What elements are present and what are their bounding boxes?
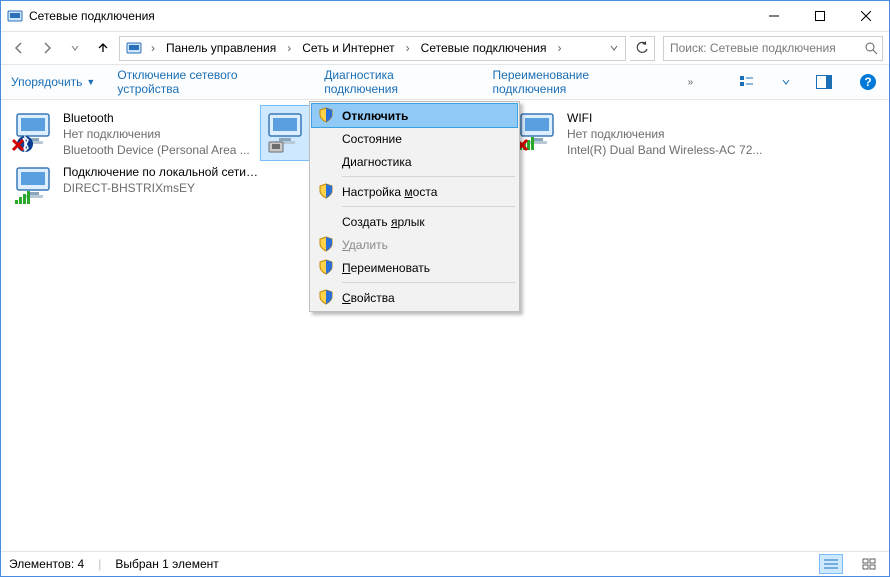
chevron-right-icon[interactable]: › [552,37,566,60]
breadcrumb-seg-network-internet[interactable]: Сеть и Интернет [296,37,400,60]
connection-name: WIFI [567,110,763,126]
search-box[interactable] [663,36,883,61]
cmd-diagnose[interactable]: Диагностика подключения [324,68,470,96]
cmd-organize[interactable]: Упорядочить▼ [11,75,95,89]
connection-status: Нет подключения [63,126,259,142]
view-options-button[interactable] [737,71,759,93]
close-button[interactable] [843,1,889,31]
shield-icon [318,107,334,123]
connection-item[interactable]: Подключение по локальной сети* 13DIRECT-… [9,160,261,214]
up-button[interactable] [91,36,115,60]
app-icon [7,8,23,24]
connection-device: Intel(R) Dual Band Wireless-AC 72... [567,142,763,158]
chevron-right-icon[interactable]: › [282,37,296,60]
status-selected: Выбран 1 элемент [115,557,218,571]
view-dropdown[interactable] [781,71,791,93]
preview-pane-button[interactable] [813,71,835,93]
breadcrumb-history-dropdown[interactable] [605,37,623,60]
connection-device: DIRECT-BHSTRIXmsEY [63,180,259,196]
breadcrumb[interactable]: › Панель управления › Сеть и Интернет › … [119,36,626,61]
shield-icon [318,259,334,275]
back-button[interactable] [7,36,31,60]
breadcrumb-icon [126,40,142,56]
status-bar: Элементов: 4 | Выбран 1 элемент [1,551,889,576]
context-menu: Отключить Состояние Диагностика Настройк… [309,101,520,312]
ctx-status[interactable]: Состояние [312,127,517,150]
minimize-button[interactable] [751,1,797,31]
command-bar: Упорядочить▼ Отключение сетевого устройс… [1,65,889,100]
search-icon [864,41,878,55]
connection-device: Bluetooth Device (Personal Area ... [63,142,259,158]
maximize-button[interactable] [797,1,843,31]
help-button[interactable]: ? [857,71,879,93]
connection-status: Нет подключения [567,126,763,142]
chevron-right-icon[interactable]: › [401,37,415,60]
recent-dropdown[interactable] [63,36,87,60]
view-details-button[interactable] [819,554,843,574]
connection-item[interactable]: BluetoothНет подключенияBluetooth Device… [9,106,261,160]
shield-icon [318,236,334,252]
titlebar: Сетевые подключения [1,1,889,31]
connection-name: Bluetooth [63,110,259,126]
ctx-diagnose[interactable]: Диагностика [312,150,517,173]
refresh-button[interactable] [630,36,655,61]
connection-icon [11,162,59,210]
shield-icon [318,183,334,199]
breadcrumb-seg-network-connections[interactable]: Сетевые подключения [415,37,553,60]
ctx-bridge[interactable]: Настройка моста [312,180,517,203]
connection-icon [263,108,311,156]
connection-name: Подключение по локальной сети* 13 [63,164,259,180]
search-input[interactable] [668,40,864,56]
connection-icon [11,108,59,156]
view-large-icons-button[interactable] [857,554,881,574]
shield-icon [318,289,334,305]
breadcrumb-seg-control-panel[interactable]: Панель управления [160,37,282,60]
ctx-delete: Удалить [312,233,517,256]
ctx-disable[interactable]: Отключить [312,104,517,127]
window-title: Сетевые подключения [29,9,155,23]
ctx-create-shortcut[interactable]: Создать ярлык [312,210,517,233]
ctx-rename[interactable]: Переименовать [312,256,517,279]
overflow-button[interactable]: » [688,77,694,88]
ctx-properties[interactable]: Свойства [312,286,517,309]
forward-button[interactable] [35,36,59,60]
navbar: › Панель управления › Сеть и Интернет › … [1,31,889,65]
connection-item[interactable]: WIFIНет подключенияIntel(R) Dual Band Wi… [513,106,765,160]
window: Сетевые подключения › Панель управления … [0,0,890,577]
svg-text:?: ? [864,75,871,89]
connection-icon [515,108,563,156]
cmd-rename[interactable]: Переименование подключения [493,68,666,96]
status-count: Элементов: 4 [9,557,84,571]
cmd-disable-device[interactable]: Отключение сетевого устройства [117,68,302,96]
chevron-right-icon[interactable]: › [146,37,160,60]
